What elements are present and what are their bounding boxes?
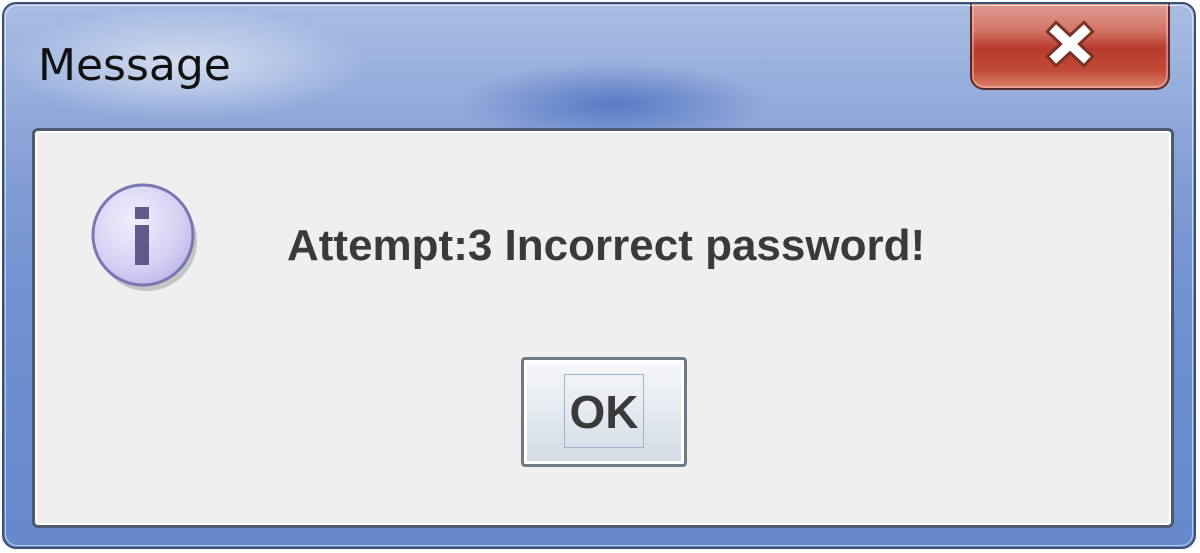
message-dialog-window: Message Attempt:3 Incorrect password! OK (2, 2, 1196, 549)
close-icon (1045, 20, 1095, 68)
dialog-content: Attempt:3 Incorrect password! OK (32, 128, 1174, 528)
message-text: Attempt:3 Incorrect password! (287, 221, 926, 270)
close-button[interactable] (970, 4, 1170, 90)
window-title: Message (38, 40, 231, 91)
ok-button-label: OK (569, 386, 639, 438)
title-bar[interactable]: Message (4, 4, 1194, 124)
info-icon (91, 183, 197, 291)
ok-button[interactable]: OK (521, 357, 687, 467)
